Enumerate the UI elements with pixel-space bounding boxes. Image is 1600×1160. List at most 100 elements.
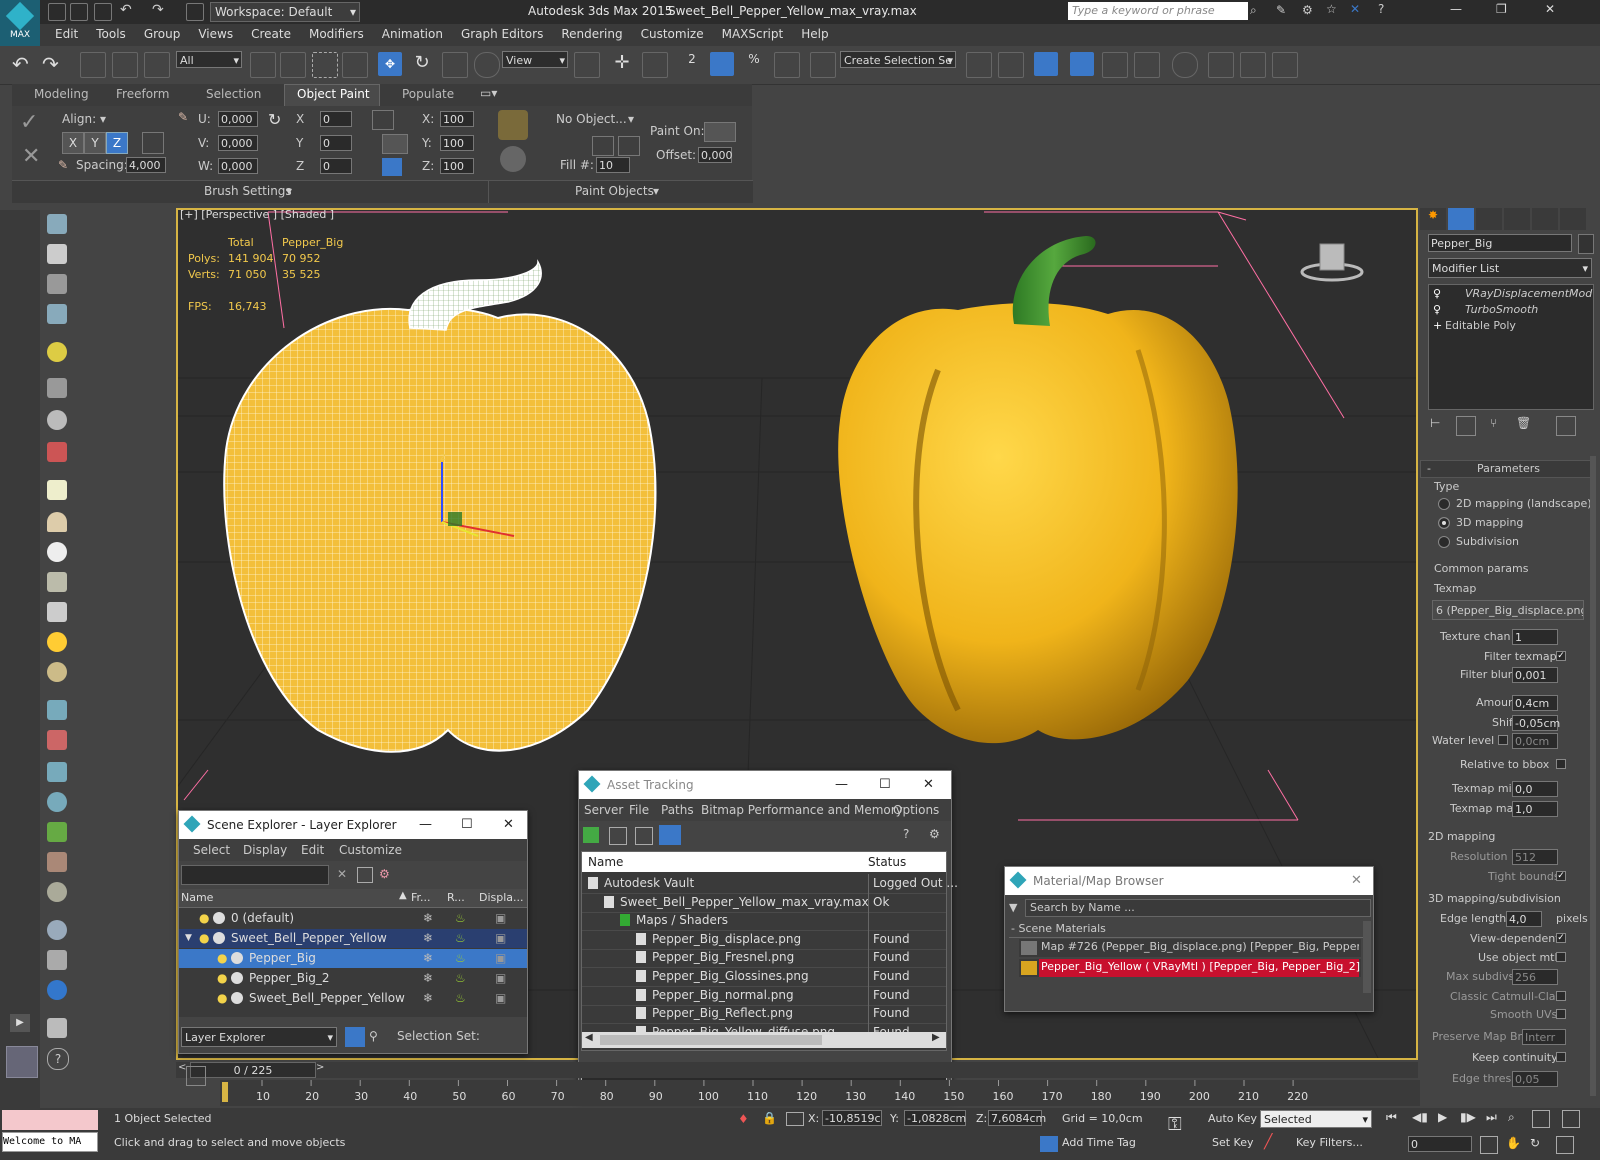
display-box-icon[interactable]: ▣ [495,929,506,948]
browser-options-icon[interactable]: ▼ [1009,901,1017,914]
schematic-view-icon[interactable] [1134,52,1160,78]
resolution-spinner[interactable]: 512 [1512,849,1558,865]
minimize-icon[interactable]: — [835,777,848,792]
isolate-selection-icon[interactable]: ♦ [738,1112,749,1126]
hierarchy-toggle-icon[interactable]: ⚲ [369,1029,378,1043]
menu-graph-editors[interactable]: Graph Editors [452,24,552,44]
spacing-spinner[interactable]: 4,000 [126,157,166,173]
unlink-icon[interactable] [112,52,138,78]
viewport-layout-icon[interactable] [6,1046,38,1078]
menu-rendering[interactable]: Rendering [552,24,631,44]
key-filters-button[interactable]: Key Filters... [1296,1136,1363,1149]
display-box-icon[interactable]: ▣ [495,909,506,928]
named-selection-dropdown[interactable]: Create Selection Se ▾ [840,51,956,68]
dome-icon[interactable] [47,512,67,532]
col-name[interactable]: Name [181,891,213,904]
goto-start-icon[interactable]: ⏮ [1386,1110,1397,1125]
edge-length-spinner[interactable]: 4,0 [1506,911,1542,927]
open-file-icon[interactable] [70,3,88,21]
no-object-label[interactable]: No Object... [556,112,627,126]
expand-arrow-icon[interactable]: ▶ [10,1014,30,1032]
close-window-icon[interactable]: ✕ [1545,2,1555,16]
freeze-icon[interactable]: ❄ [423,969,433,988]
light-icon[interactable] [47,342,67,362]
explorer-menu-display[interactable]: Display [243,843,287,857]
ribbon-toggle-icon[interactable] [1070,52,1094,76]
col-display[interactable]: Displa... [479,891,524,904]
reference-coordinate-dropdown[interactable]: View ▾ [502,51,568,68]
brush-settings-bar[interactable]: Brush Settings ▾ [12,180,488,203]
edit-list-icon[interactable] [618,136,640,156]
lightbulb-icon[interactable]: ● [217,969,227,988]
display-box-icon[interactable]: ▣ [495,969,506,988]
refresh-icon[interactable] [583,827,599,843]
save-file-icon[interactable] [94,3,112,21]
maximize-viewport-icon[interactable] [1556,1136,1574,1154]
paint-on-dropdown[interactable] [704,122,736,142]
half-sphere-icon[interactable] [47,410,67,430]
grass-icon[interactable] [47,822,67,842]
grid-icon[interactable] [47,274,67,294]
percent-snap-icon[interactable]: % [742,52,766,76]
camera-icon[interactable] [47,378,67,398]
disk-icon[interactable] [47,662,67,682]
texture-chan-spinner[interactable]: 1 [1512,629,1558,645]
auto-key-button[interactable]: Auto Key [1208,1112,1257,1125]
window-crossing-icon[interactable] [342,52,368,78]
explorer-type-dropdown[interactable]: Layer Explorer ▾ [181,1027,337,1047]
cage-icon[interactable] [47,572,67,592]
scroll-left-icon[interactable]: ◀ [585,1032,593,1043]
tools-icon[interactable]: ✎ [1276,3,1286,17]
col-render[interactable]: R... [447,891,465,904]
stack-item-vray-displacement[interactable]: ♀ VRayDisplacementMod [1429,287,1593,303]
track-bar-icon[interactable] [186,1066,206,1086]
scale-y-spinner[interactable]: 100 [440,135,474,151]
stack-item-editable-poly[interactable]: + Editable Poly [1429,319,1593,335]
scale-lock-icon[interactable] [372,110,394,130]
zoom-all-icon[interactable] [1562,1110,1580,1128]
time-slider[interactable]: < 0 / 225 > [176,1062,1418,1078]
menu-help[interactable]: Help [792,24,837,44]
remove-modifier-icon[interactable]: 🗑 [1516,416,1531,430]
detail-view-icon[interactable] [635,827,653,845]
scale-x-spinner[interactable]: 100 [440,111,474,127]
key-icon[interactable]: ⚿ [1168,1114,1182,1135]
add-time-tag-button[interactable]: Add Time Tag [1062,1136,1136,1149]
checkmark-icon[interactable]: ✓ [20,110,38,135]
selection-filter-dropdown[interactable]: All ▾ [176,51,242,68]
show-end-result-icon[interactable] [1456,416,1476,436]
close-icon[interactable]: ✕ [923,777,934,792]
asset-col-name[interactable]: Name [588,855,623,869]
rectangular-selection-icon[interactable] [312,52,338,78]
display-box-icon[interactable]: ▣ [495,989,506,1008]
pin-stack-icon[interactable]: ⊢ [1430,416,1448,434]
fur-icon[interactable] [47,852,67,872]
exchange-icon[interactable]: ✕ [1350,2,1360,16]
sun-icon[interactable] [47,632,67,652]
cross-icon[interactable]: ✕ [22,144,40,169]
lightbulb-icon[interactable]: ● [199,909,209,928]
shift-spinner[interactable]: -0,05cm [1512,715,1560,731]
shell-icon[interactable] [47,882,67,902]
rotate-y-spinner[interactable]: 0 [320,135,352,151]
document-icon[interactable] [47,1018,67,1038]
favorites-icon[interactable]: ☆ [1326,2,1337,16]
radio-subdivision[interactable] [1438,536,1450,548]
teapot-icon[interactable] [47,214,67,234]
edit-named-selection-icon[interactable] [810,52,836,78]
display-box-icon[interactable]: ▣ [495,949,506,968]
texmap-max-spinner[interactable]: 1,0 [1512,801,1558,817]
freeze-icon[interactable]: ❄ [423,949,433,968]
asset-hscrollbar[interactable]: ◀ ▶ [582,1032,946,1048]
rendered-frame-window-icon[interactable] [1240,52,1266,78]
y-coord-field[interactable]: -1,0828cm [904,1110,966,1126]
prev-key-icon[interactable]: ◀▮ [1412,1110,1428,1124]
minimize-window-icon[interactable]: — [1450,2,1462,16]
pan-icon[interactable]: ✋ [1506,1136,1521,1150]
asset-tracking-titlebar[interactable]: Asset Tracking — ☐ ✕ [579,771,951,799]
tab-modeling[interactable]: Modeling [34,87,89,101]
project-folder-icon[interactable] [186,3,204,21]
next-frame-icon[interactable]: > [316,1062,324,1073]
offset-spinner[interactable]: 0,000 [698,147,733,163]
explorer-filter-input[interactable] [181,865,329,885]
